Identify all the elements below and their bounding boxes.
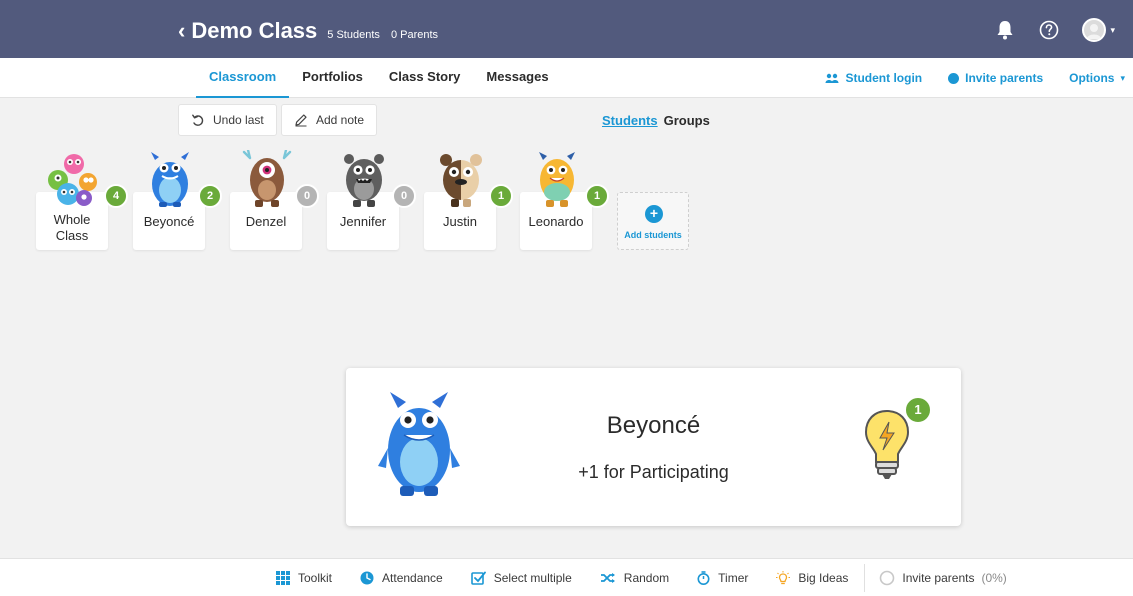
points-badge: 1 — [585, 184, 609, 208]
pencil-icon — [295, 114, 307, 127]
student-name: Leonardo — [528, 214, 584, 229]
plus-circle-icon — [948, 72, 960, 84]
attendance-button[interactable]: Attendance — [360, 571, 443, 585]
lightbulb-outline-icon — [776, 570, 791, 584]
tab-portfolios[interactable]: Portfolios — [289, 58, 376, 98]
blue-monster-icon — [151, 152, 189, 207]
add-students-label: Add students — [624, 230, 682, 240]
student-login-label: Student login — [845, 71, 923, 85]
toolkit-label: Toolkit — [298, 571, 333, 585]
award-feedback-popup: Beyoncé +1 for Participating 1 — [346, 368, 961, 526]
progress-ring-icon — [880, 570, 895, 586]
tab-class-story[interactable]: Class Story — [376, 58, 474, 98]
checkbox-icon — [470, 571, 486, 585]
points-badge: 0 — [392, 184, 416, 208]
students-icon — [825, 73, 839, 83]
class-name: Demo Class — [191, 18, 318, 43]
top-bar: ‹ Demo Class 5 Students 0 Parents ▾ — [0, 0, 1133, 58]
grey-monster-icon — [344, 154, 384, 207]
view-students-link[interactable]: Students — [602, 113, 658, 128]
options-label: Options — [1069, 71, 1115, 85]
points-badge: 2 — [198, 184, 222, 208]
undo-last-button[interactable]: Undo last — [178, 104, 277, 136]
plus-icon: + — [645, 205, 663, 223]
monster-group-icon — [48, 154, 97, 206]
big-ideas-label: Big Ideas — [798, 571, 849, 585]
top-icons: ▾ — [994, 18, 1115, 42]
nav-bar: Classroom Portfolios Class Story Message… — [0, 58, 1133, 98]
student-name: Jennifer — [339, 214, 387, 229]
student-name: Beyoncé — [143, 214, 195, 229]
toolbar-tools: Toolkit Attendance Select multiple Rando… — [276, 559, 1007, 596]
big-ideas-button[interactable]: Big Ideas — [776, 570, 849, 586]
class-header: ‹ Demo Class 5 Students 0 Parents — [178, 18, 446, 44]
options-menu[interactable]: Options ▾ — [1069, 71, 1125, 85]
help-icon[interactable] — [1038, 19, 1060, 41]
invite-parents-tool-label: Invite parents — [902, 571, 975, 585]
select-multiple-label: Select multiple — [493, 571, 572, 585]
toolbar-divider — [864, 564, 866, 592]
add-students-button[interactable]: + Add students — [617, 192, 689, 250]
invite-parents-progress[interactable]: Invite parents (0%) — [879, 570, 1007, 586]
stopwatch-icon — [697, 571, 710, 585]
student-name: Denzel — [245, 214, 287, 229]
add-note-button[interactable]: Add note — [281, 104, 378, 136]
student-name: Justin — [443, 214, 477, 229]
points-badge: 1 — [489, 184, 513, 208]
avatar — [1082, 18, 1107, 42]
students-count: 5 Students — [327, 29, 380, 41]
view-groups-link[interactable]: Groups — [664, 113, 710, 128]
invite-parents-percent: (0%) — [981, 571, 1007, 585]
toolkit-button[interactable]: Toolkit — [276, 571, 332, 585]
popup-points-badge: 1 — [904, 396, 932, 424]
select-multiple-button[interactable]: Select multiple — [470, 571, 572, 585]
account-menu[interactable]: ▾ — [1082, 18, 1115, 42]
attendance-label: Attendance — [382, 571, 443, 585]
back-chevron-icon[interactable]: ‹ — [178, 18, 185, 44]
chevron-down-icon: ▾ — [1120, 72, 1125, 83]
invite-parents-link[interactable]: Invite parents — [948, 71, 1043, 85]
student-name: Whole Class — [53, 212, 91, 243]
undo-last-label: Undo last — [213, 113, 264, 127]
blue-monster-icon — [378, 392, 460, 496]
bell-icon[interactable] — [994, 19, 1016, 41]
clock-icon — [360, 571, 374, 585]
points-badge: 4 — [104, 184, 128, 208]
random-label: Random — [623, 571, 670, 585]
timer-label: Timer — [718, 571, 749, 585]
grid-icon — [276, 571, 290, 585]
tab-classroom[interactable]: Classroom — [196, 58, 290, 98]
shuffle-icon — [600, 573, 615, 583]
points-badge: 0 — [295, 184, 319, 208]
bottom-toolbar: Toolkit Attendance Select multiple Rando… — [0, 558, 1133, 596]
parents-count: 0 Parents — [390, 29, 439, 41]
chevron-down-icon: ▾ — [1110, 24, 1115, 35]
student-login-link[interactable]: Student login — [825, 71, 922, 85]
invite-parents-label: Invite parents — [965, 71, 1044, 85]
bear-monster-icon — [440, 154, 482, 207]
nav-actions: Student login Invite parents Options ▾ — [825, 58, 1125, 98]
brown-cyclops-monster-icon — [242, 150, 292, 207]
lightbulb-icon — [864, 409, 910, 479]
nav-tabs: Classroom Portfolios Class Story Message… — [196, 58, 562, 98]
yellow-monster-icon — [539, 152, 575, 207]
random-button[interactable]: Random — [600, 571, 669, 585]
timer-button[interactable]: Timer — [697, 571, 748, 585]
tab-messages[interactable]: Messages — [473, 58, 561, 98]
view-toggle: Students Groups — [602, 113, 710, 128]
add-note-label: Add note — [316, 113, 365, 127]
class-counts: 5 Students 0 Parents — [327, 29, 446, 41]
undo-icon — [192, 114, 204, 126]
